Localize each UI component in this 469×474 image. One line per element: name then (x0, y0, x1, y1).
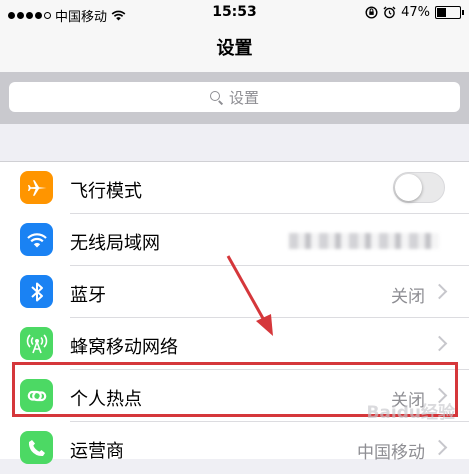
watermark: Baidu经验 (366, 403, 455, 423)
annotation-arrow-icon (226, 255, 273, 336)
